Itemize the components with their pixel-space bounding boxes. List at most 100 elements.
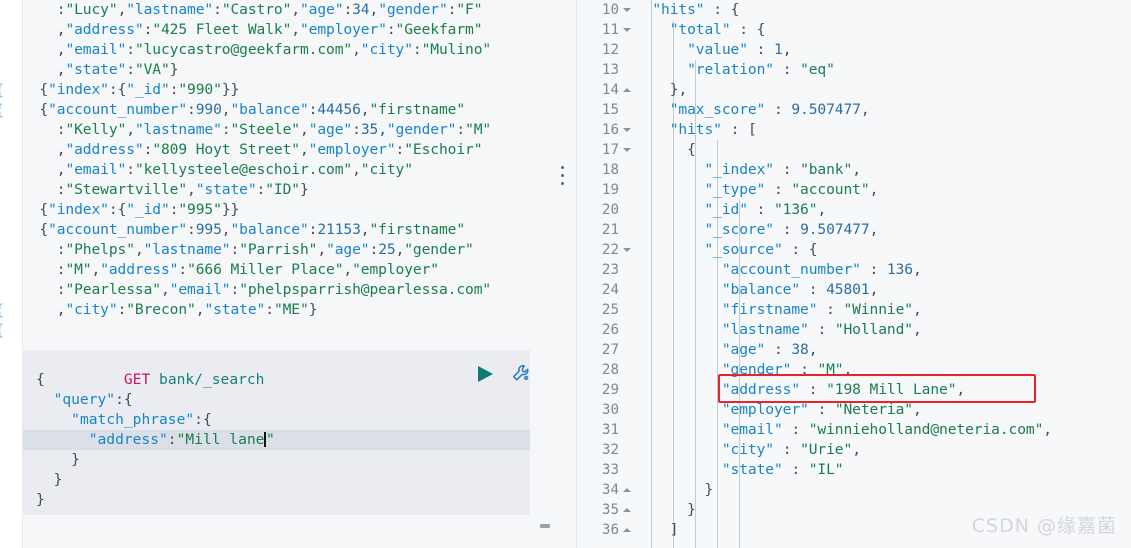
response-code: "account_number" : 136,: [721, 261, 922, 278]
line-number: 35: [601, 502, 619, 518]
editor-line[interactable]: {: [23, 370, 530, 390]
response-line: 34 }: [577, 480, 1052, 500]
response-code: "firstname" : "Winnie",: [721, 301, 922, 318]
line-number: 28: [601, 362, 619, 378]
response-code: "lastname" : "Holland",: [721, 321, 922, 338]
output-line: ,"state":"VA"}: [56, 61, 179, 78]
output-line: {"account_number":990,"balance":44456,"f…: [39, 101, 466, 118]
wrench-icon[interactable]: [510, 362, 532, 384]
response-line: 22 "_source" : {: [577, 240, 1052, 260]
response-line: 14 },: [577, 80, 1052, 100]
editor-line[interactable]: "match_phrase":{: [23, 410, 530, 430]
dev-tools-console: {{{{ :"Lucy","lastname":"Castro","age":3…: [0, 0, 1131, 548]
editor-line[interactable]: "query":{: [23, 390, 530, 410]
output-line: {"account_number":995,"balance":21153,"f…: [39, 221, 466, 238]
response-viewer[interactable]: 10 "hits" : {11 "total" : {12 "value" : …: [576, 0, 1131, 548]
editor-line[interactable]: }: [23, 470, 530, 490]
run-request-button[interactable]: [478, 363, 496, 383]
drag-handle-icon[interactable]: [561, 166, 565, 190]
response-line: 29 "address" : "198 Mill Lane",: [577, 380, 1052, 400]
line-number: 12: [601, 42, 619, 58]
response-line: 25 "firstname" : "Winnie",: [577, 300, 1052, 320]
response-line: 10 "hits" : {: [577, 0, 1052, 20]
line-number: 18: [601, 162, 619, 178]
response-code: "age" : 38,: [721, 341, 818, 358]
response-line: 23 "account_number" : 136,: [577, 260, 1052, 280]
editor-body[interactable]: GET bank/_search { "query":{ "match_phra…: [23, 350, 530, 515]
line-number: 20: [601, 202, 619, 218]
output-line: ,"address":"425 Fleet Walk","employer":"…: [56, 21, 483, 38]
response-line: 32 "city" : "Urie",: [577, 440, 1052, 460]
response-code: "employer" : "Neteria",: [721, 401, 922, 418]
line-number: 36: [601, 522, 619, 538]
response-code: ]: [669, 521, 679, 538]
output-code-lines: :"Lucy","lastname":"Castro","age":34,"ge…: [22, 0, 491, 320]
response-line: 18 "_index" : "bank",: [577, 160, 1052, 180]
watermark: CSDN @缘嘉菌: [971, 515, 1117, 537]
line-number: 10: [601, 2, 619, 18]
response-line: 27 "age" : 38,: [577, 340, 1052, 360]
response-line: 26 "lastname" : "Holland",: [577, 320, 1052, 340]
output-line: :"Stewartville","state":"ID"}: [56, 181, 309, 198]
response-code-lines: 10 "hits" : {11 "total" : {12 "value" : …: [577, 0, 1052, 540]
output-line: :"Lucy","lastname":"Castro","age":34,"ge…: [56, 1, 483, 18]
output-line: :"Phelps","lastname":"Parrish","age":25,…: [56, 241, 474, 258]
response-code: "state" : "IL": [721, 461, 844, 478]
response-code: {: [687, 141, 696, 158]
response-code: "_source" : {: [704, 241, 818, 258]
line-number: 34: [601, 482, 619, 498]
output-line: :"Kelly","lastname":"Steele","age":35,"g…: [56, 121, 492, 138]
response-code: "_type" : "account",: [704, 181, 879, 198]
output-line: {"index":{"_id":"995"}}: [39, 201, 240, 218]
response-code: "address" : "198 Mill Lane",: [721, 381, 966, 398]
line-number: 27: [601, 342, 619, 358]
line-number: 29: [601, 382, 619, 398]
response-code: "max_score" : 9.507477,: [669, 101, 870, 118]
output-line: {"index":{"_id":"990"}}: [39, 81, 240, 98]
line-number: 21: [601, 222, 619, 238]
response-line: 16 "hits" : [: [577, 120, 1052, 140]
line-number: 17: [601, 142, 619, 158]
line-number: 16: [601, 122, 619, 138]
line-number: 26: [601, 322, 619, 338]
editor-line[interactable]: }: [23, 490, 530, 510]
panel-splitter[interactable]: [552, 0, 576, 548]
response-line: 11 "total" : {: [577, 20, 1052, 40]
editor-resize-handle[interactable]: [540, 524, 550, 528]
response-code: "relation" : "eq": [687, 61, 835, 78]
response-code: "_id" : "136",: [704, 201, 827, 218]
response-code: "hits" : [: [669, 121, 757, 138]
line-number: 30: [601, 402, 619, 418]
line-number: 11: [601, 22, 619, 38]
line-number: 23: [601, 262, 619, 278]
response-code: "email" : "winnieholland@neteria.com",: [721, 421, 1052, 438]
output-line: ,"city":"Brecon","state":"ME"}: [56, 301, 318, 318]
output-line: :"Pearlessa","email":"phelpsparrish@pear…: [56, 281, 492, 298]
line-number: 33: [601, 462, 619, 478]
response-line: 21 "_score" : 9.507477,: [577, 220, 1052, 240]
response-line: 13 "relation" : "eq": [577, 60, 1052, 80]
response-code: },: [669, 81, 688, 98]
line-number: 13: [601, 62, 619, 78]
response-code: }: [704, 481, 714, 498]
left-gutter-strip: [0, 0, 23, 548]
response-line: 24 "balance" : 45801,: [577, 280, 1052, 300]
response-code: "gender" : "M",: [721, 361, 853, 378]
output-line: ,"address":"809 Hoyt Street","employer":…: [56, 141, 483, 158]
editor-line[interactable]: }: [23, 450, 530, 470]
bulk-index-output[interactable]: :"Lucy","lastname":"Castro","age":34,"ge…: [0, 0, 552, 350]
response-line: 28 "gender" : "M",: [577, 360, 1052, 380]
line-number: 32: [601, 442, 619, 458]
response-line: 17 {: [577, 140, 1052, 160]
response-code: "total" : {: [669, 21, 766, 38]
line-number: 14: [601, 82, 619, 98]
response-line: 12 "value" : 1,: [577, 40, 1052, 60]
line-number: 15: [601, 102, 619, 118]
request-editor[interactable]: GET bank/_search { "query":{ "match_phra…: [0, 350, 552, 548]
response-code: "_score" : 9.507477,: [704, 221, 879, 238]
response-line: 30 "employer" : "Neteria",: [577, 400, 1052, 420]
response-line: 20 "_id" : "136",: [577, 200, 1052, 220]
output-line: ,"email":"lucycastro@geekfarm.com","city…: [56, 41, 492, 58]
editor-line-active[interactable]: "address":"Mill lane ": [23, 430, 530, 450]
response-code: "city" : "Urie",: [721, 441, 861, 458]
